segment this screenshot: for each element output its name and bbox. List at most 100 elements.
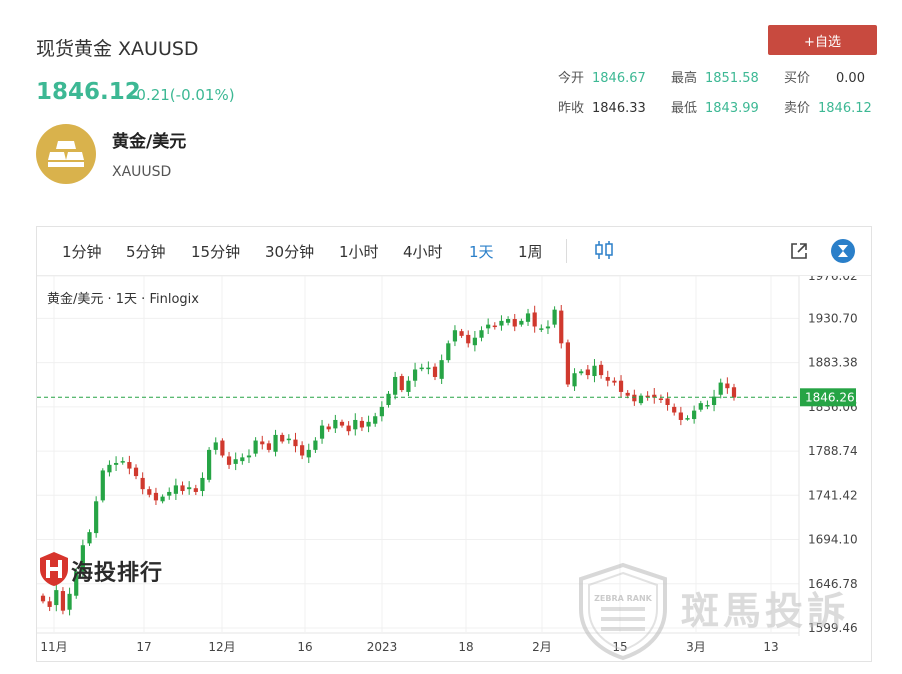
candle-down bbox=[731, 387, 737, 398]
candle-up bbox=[313, 440, 318, 450]
candle-up bbox=[167, 491, 172, 496]
candle-up bbox=[379, 406, 384, 417]
add-to-watchlist-button[interactable]: +自选 bbox=[768, 25, 877, 55]
candle-up bbox=[592, 365, 597, 377]
candle-down bbox=[618, 380, 624, 392]
candle-up bbox=[519, 320, 524, 325]
candle-down bbox=[300, 445, 305, 456]
candle-up bbox=[419, 367, 424, 370]
timeframe-4h[interactable]: 4小时 bbox=[403, 241, 443, 262]
x-tick-label: 12月 bbox=[208, 640, 235, 654]
candle-down bbox=[127, 462, 132, 469]
candle-up bbox=[67, 593, 72, 610]
y-tick-label: 1741.42 bbox=[808, 488, 858, 502]
candle-down bbox=[599, 364, 604, 376]
quote-title: 现货黄金 XAUUSD bbox=[36, 38, 199, 60]
x-tick-label: 11月 bbox=[40, 640, 67, 654]
timeframe-1d[interactable]: 1天 bbox=[469, 241, 494, 262]
candle-down bbox=[47, 601, 52, 607]
candle-up bbox=[406, 380, 411, 392]
x-tick-label: 17 bbox=[136, 640, 151, 654]
candle-down bbox=[133, 467, 139, 477]
candle-down bbox=[40, 595, 46, 602]
y-tick-label: 1694.10 bbox=[808, 533, 858, 547]
stat-bid: 买价 0.00 bbox=[784, 71, 865, 86]
candle-down bbox=[339, 421, 345, 426]
candle-down bbox=[220, 440, 225, 456]
candle-up bbox=[539, 328, 544, 330]
toolbar-separator bbox=[566, 239, 567, 263]
candle-down bbox=[512, 319, 517, 327]
candle-down bbox=[658, 398, 664, 400]
external-link-icon[interactable] bbox=[789, 241, 809, 261]
gold-bars-icon bbox=[48, 141, 84, 167]
candle-up bbox=[439, 360, 444, 379]
candle-up bbox=[233, 459, 238, 464]
timeframe-5m[interactable]: 5分钟 bbox=[126, 241, 166, 262]
candle-down bbox=[140, 477, 145, 490]
candle-up bbox=[207, 449, 212, 480]
candle-up bbox=[240, 457, 245, 462]
stat-low: 最低 1843.99 bbox=[671, 101, 759, 116]
candle-up bbox=[685, 418, 690, 420]
candle-down bbox=[293, 439, 298, 447]
candle-down bbox=[180, 485, 185, 492]
candle-down bbox=[226, 456, 232, 465]
quote-change: -0.21(-0.01%) bbox=[131, 86, 235, 104]
candle-down bbox=[359, 420, 365, 428]
x-tick-label: 18 bbox=[458, 640, 473, 654]
candle-up bbox=[579, 371, 584, 374]
y-tick-label: 1883.38 bbox=[808, 356, 858, 370]
candle-up bbox=[94, 501, 99, 534]
candle-up bbox=[333, 419, 338, 429]
candle-up bbox=[286, 438, 291, 441]
haitou-logo-icon bbox=[40, 552, 68, 586]
candle-up bbox=[213, 442, 218, 450]
candle-up bbox=[306, 449, 311, 458]
timeframe-1m[interactable]: 1分钟 bbox=[62, 241, 102, 262]
hourglass-icon[interactable] bbox=[830, 238, 856, 264]
quote-price: 1846.12 bbox=[36, 79, 141, 105]
candle-up bbox=[393, 376, 398, 395]
stat-prev-close: 昨收 1846.33 bbox=[558, 101, 646, 116]
candle-up bbox=[479, 330, 484, 338]
x-tick-label: 3月 bbox=[686, 640, 706, 654]
candlestick-type-icon[interactable] bbox=[594, 239, 614, 261]
candle-down bbox=[632, 394, 637, 402]
candle-up bbox=[366, 421, 371, 427]
candle-up bbox=[505, 319, 511, 323]
asset-name: 黄金/美元 bbox=[112, 132, 187, 152]
timeframe-30m[interactable]: 30分钟 bbox=[265, 241, 314, 262]
candle-up bbox=[698, 403, 703, 410]
candle-down bbox=[678, 412, 683, 420]
x-tick-label: 16 bbox=[297, 640, 312, 654]
candle-up bbox=[572, 373, 577, 387]
candle-up bbox=[246, 455, 252, 458]
candle-down bbox=[612, 380, 617, 383]
candle-up bbox=[638, 395, 644, 404]
svg-text:ZEBRA RANK: ZEBRA RANK bbox=[594, 594, 653, 603]
candle-down bbox=[672, 406, 677, 413]
candle-up bbox=[705, 405, 710, 407]
stat-ask: 卖价 1846.12 bbox=[784, 101, 872, 116]
candle-up bbox=[446, 343, 451, 361]
timeframe-1w[interactable]: 1周 bbox=[518, 241, 543, 262]
candle-down bbox=[605, 376, 610, 381]
candle-down bbox=[559, 310, 564, 344]
timeframe-1h[interactable]: 1小时 bbox=[339, 241, 379, 262]
candle-up bbox=[452, 330, 458, 342]
candle-down bbox=[60, 591, 66, 611]
candle-down bbox=[153, 492, 159, 501]
timeframe-15m[interactable]: 15分钟 bbox=[191, 241, 240, 262]
zebra-rank-shield-icon: ZEBRA RANK bbox=[579, 562, 667, 661]
candle-down bbox=[280, 434, 285, 442]
current-price-label: 1846.26 bbox=[805, 390, 855, 404]
candle-up bbox=[499, 320, 504, 326]
candle-up bbox=[386, 393, 391, 406]
candle-up bbox=[273, 434, 278, 452]
candle-up bbox=[253, 440, 258, 454]
stat-high: 最高 1851.58 bbox=[671, 71, 759, 86]
candle-down bbox=[585, 369, 590, 376]
y-tick-label: 1976.02 bbox=[808, 276, 858, 283]
candle-up bbox=[319, 425, 325, 439]
